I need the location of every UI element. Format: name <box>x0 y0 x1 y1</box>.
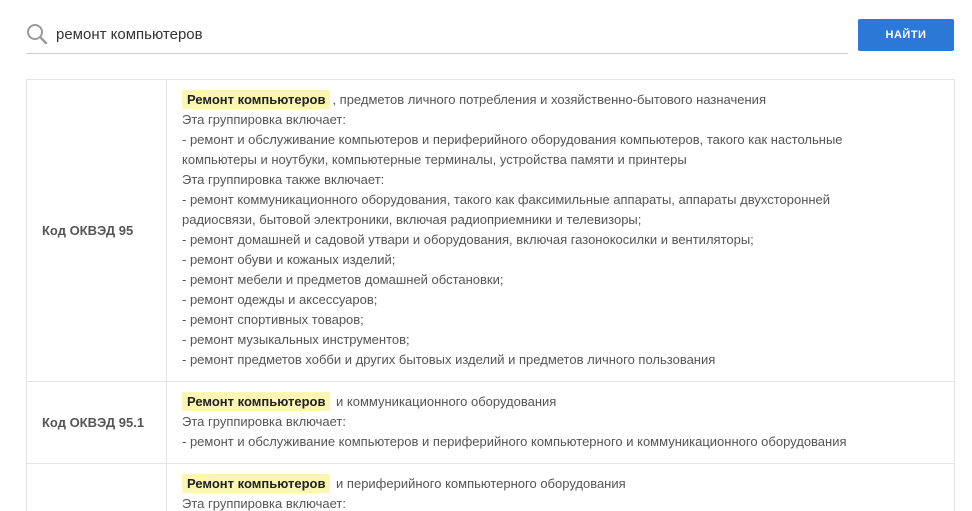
description-line: - ремонт коммуникационного оборудования,… <box>182 192 831 207</box>
description-line: - ремонт предметов хобби и других бытовы… <box>182 352 716 367</box>
title-rest: , предметов личного потребления и хозяйс… <box>332 92 766 107</box>
search-input[interactable] <box>56 20 836 48</box>
description-line: - ремонт домашней и садовой утвари и обо… <box>182 232 754 247</box>
description-line: - ремонт и обслуживание компьютеров и пе… <box>182 132 843 147</box>
description-title: Ремонт компьютеров, предметов личного по… <box>182 90 938 110</box>
table-row: Код ОКВЭД 95 Ремонт компьютеров, предмет… <box>27 80 954 382</box>
description-line: - ремонт одежды и аксессуаров; <box>182 292 378 307</box>
okved-code <box>27 464 167 511</box>
okved-code: Код ОКВЭД 95 <box>27 80 167 381</box>
table-row: Код ОКВЭД 95.1 Ремонт компьютеров и комм… <box>27 382 954 464</box>
search-highlight: Ремонт компьютеров <box>182 392 331 411</box>
search-icon <box>27 24 48 45</box>
search-highlight: Ремонт компьютеров <box>182 90 331 109</box>
page: НАЙТИ Код ОКВЭД 95 Ремонт компьютеров, п… <box>0 0 972 511</box>
description-line: Эта группировка также включает: <box>182 172 385 187</box>
search-bar <box>26 16 848 54</box>
description-line: Эта группировка включает: <box>182 414 346 429</box>
description-line: компьютеры и ноутбуки, компьютерные терм… <box>182 152 687 167</box>
search-highlight: Ремонт компьютеров <box>182 474 331 493</box>
title-rest: и периферийного компьютерного оборудован… <box>332 476 626 491</box>
description-line: - ремонт обуви и кожаных изделий; <box>182 252 396 267</box>
description-line: радиосвязи, бытовой электроники, включая… <box>182 212 642 227</box>
okved-description: Ремонт компьютеров, предметов личного по… <box>167 80 954 381</box>
description-line: - ремонт спортивных товаров; <box>182 312 364 327</box>
description-line: Эта группировка включает: <box>182 496 346 511</box>
description-title: Ремонт компьютеров и коммуникационного о… <box>182 392 938 412</box>
description-line: - ремонт музыкальных инструментов; <box>182 332 410 347</box>
description-line: - ремонт мебели и предметов домашней обс… <box>182 272 504 287</box>
description-line: Эта группировка включает: <box>182 112 346 127</box>
okved-description: Ремонт компьютеров и периферийного компь… <box>167 464 954 511</box>
okved-code: Код ОКВЭД 95.1 <box>27 382 167 463</box>
title-rest: и коммуникационного оборудования <box>332 394 557 409</box>
okved-description: Ремонт компьютеров и коммуникационного о… <box>167 382 954 463</box>
results-table: Код ОКВЭД 95 Ремонт компьютеров, предмет… <box>26 79 955 511</box>
table-row: Ремонт компьютеров и периферийного компь… <box>27 464 954 511</box>
description-line: - ремонт и обслуживание компьютеров и пе… <box>182 434 847 449</box>
search-button[interactable]: НАЙТИ <box>858 19 954 51</box>
description-title: Ремонт компьютеров и периферийного компь… <box>182 474 938 494</box>
